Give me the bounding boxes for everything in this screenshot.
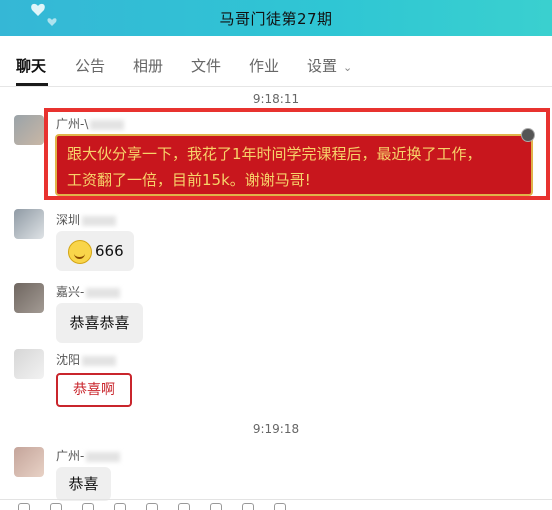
- tab-settings[interactable]: 设置 ⌄: [307, 55, 352, 76]
- blurred-name: [86, 287, 121, 298]
- window-title: 马哥门徒第27期: [219, 10, 333, 28]
- blurred-name: [86, 451, 121, 462]
- tab-files[interactable]: 文件: [191, 55, 221, 76]
- avatar[interactable]: [14, 447, 44, 477]
- chevron-down-icon: ⌄: [343, 61, 353, 74]
- message-text-line1: 跟大伙分享一下，我花了1年时间学完课程后，最近换了工作，: [67, 145, 482, 163]
- message-bubble[interactable]: 跟大伙分享一下，我花了1年时间学完课程后，最近换了工作， 工资翻了一倍，目前15…: [55, 128, 535, 196]
- tab-chat[interactable]: 聊天: [16, 55, 46, 76]
- tab-album[interactable]: 相册: [133, 55, 163, 76]
- smile-emoji-icon: [68, 239, 92, 264]
- title-bar: 马哥门徒第27期: [0, 0, 552, 36]
- avatar[interactable]: [14, 209, 44, 239]
- sender-name: 沈阳: [56, 351, 117, 368]
- timestamp: 9:18:11: [252, 92, 300, 106]
- message-text-line2: 工资翻了一倍，目前15k。谢谢马哥!: [67, 171, 311, 189]
- message-bubble[interactable]: 恭喜恭喜: [56, 303, 143, 343]
- tab-bar: 聊天 公告 相册 文件 作业 设置 ⌄: [0, 36, 552, 87]
- avatar[interactable]: [14, 283, 44, 313]
- tab-homework[interactable]: 作业: [249, 55, 279, 76]
- blurred-name: [82, 355, 117, 366]
- chat-area[interactable]: 9:18:11 广州-\ 跟大伙分享一下，我花了1年时间学完课程后，最近换了工作…: [0, 87, 552, 509]
- tab-announcement[interactable]: 公告: [75, 55, 105, 76]
- input-toolbar: [0, 499, 552, 510]
- timestamp: 9:19:18: [252, 422, 300, 436]
- active-tab-indicator: [16, 83, 48, 86]
- tab-settings-label: 设置: [307, 57, 338, 75]
- sender-name: 广州-: [56, 447, 121, 464]
- pin-icon: [521, 128, 535, 142]
- message-text: 666: [95, 242, 124, 260]
- blurred-name: [82, 215, 117, 226]
- sender-name-text: 沈阳: [56, 353, 81, 367]
- message-text: 恭喜: [68, 475, 99, 493]
- avatar[interactable]: [14, 115, 44, 145]
- sender-name: 嘉兴-: [56, 283, 121, 300]
- sender-name-text: 深圳: [56, 213, 81, 227]
- message-text: 恭喜啊: [73, 382, 115, 398]
- sender-name-text: 嘉兴-: [56, 285, 85, 299]
- sender-name: 深圳: [56, 211, 117, 228]
- message-text: 恭喜恭喜: [69, 314, 130, 332]
- sender-name-text: 广州-: [56, 449, 85, 463]
- message-bubble[interactable]: 恭喜啊: [56, 373, 132, 407]
- message-bubble[interactable]: 恭喜: [56, 467, 111, 501]
- message-bubble[interactable]: 666: [56, 231, 134, 271]
- avatar[interactable]: [14, 349, 44, 379]
